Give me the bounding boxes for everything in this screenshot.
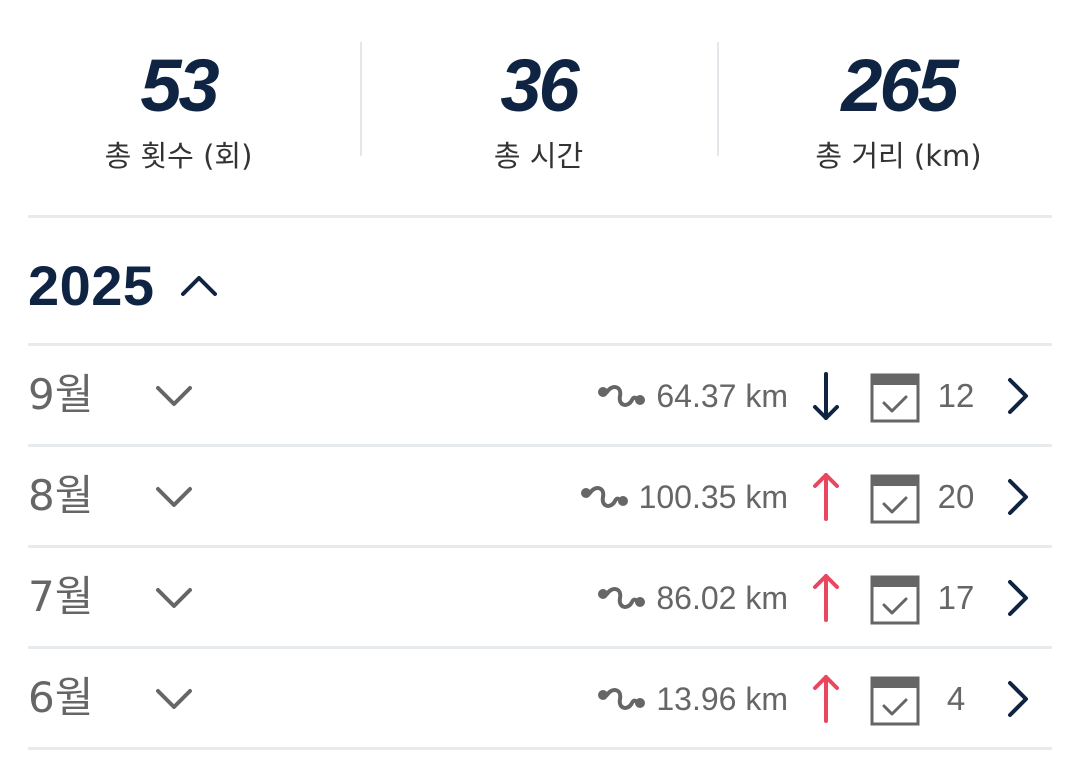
year-header[interactable]: 2025 [28,250,221,320]
chevron-right-icon[interactable] [1000,477,1036,517]
distance-group: 86.02 km [596,576,788,620]
stat-total-distance: 265 총 거리 (km) [732,40,1065,190]
chevron-down-icon[interactable] [152,477,196,517]
distance-group: 64.37 km [596,374,788,418]
month-distance: 64.37 km [656,377,788,414]
divider [28,747,1052,750]
total-time-label: 총 시간 [493,139,584,173]
total-distance-value: 265 [841,44,958,127]
chevron-down-icon[interactable] [152,679,196,719]
distance-group: 100.35 km [579,475,788,519]
month-distance: 13.96 km [656,680,788,717]
month-distance: 86.02 km [656,579,788,616]
chevron-down-icon[interactable] [152,578,196,618]
total-time-value: 36 [500,44,579,127]
month-distance: 100.35 km [638,478,788,515]
stat-divider [717,42,719,156]
month-label: 6월 [28,673,94,722]
stat-total-count: 53 총 횟수 (회) [12,40,345,190]
month-count: 20 [937,478,975,515]
arrow-up-icon [808,469,844,525]
calendar-check-icon [870,472,920,524]
summary-stats: 53 총 횟수 (회) 36 총 시간 265 총 거리 (km) [0,0,1080,216]
calendar-check-icon [870,573,920,625]
total-count-label: 총 횟수 (회) [104,139,253,173]
arrow-down-icon [808,368,844,424]
arrow-up-icon [808,570,844,626]
route-icon [579,479,629,515]
month-row[interactable]: 7월 86.02 km 17 [28,548,1052,646]
month-label: 7월 [28,572,94,621]
year-label: 2025 [28,253,155,317]
distance-group: 13.96 km [596,677,788,721]
chevron-right-icon[interactable] [1000,679,1036,719]
month-count: 12 [937,377,975,414]
month-row[interactable]: 8월 100.35 km 20 [28,447,1052,545]
month-count: 17 [937,579,975,616]
divider [28,215,1052,218]
chevron-right-icon[interactable] [1000,578,1036,618]
stat-total-time: 36 총 시간 [372,40,705,190]
month-row[interactable]: 6월 13.96 km 4 [28,649,1052,747]
total-count-value: 53 [140,44,219,127]
month-label: 8월 [28,471,94,520]
route-icon [596,378,646,414]
arrow-up-icon [808,671,844,727]
month-label: 9월 [28,370,94,419]
chevron-up-icon[interactable] [177,265,221,305]
total-distance-label: 총 거리 (km) [815,139,982,173]
calendar-check-icon [870,674,920,726]
month-count: 4 [946,680,966,717]
calendar-check-icon [870,371,920,423]
chevron-down-icon[interactable] [152,376,196,416]
route-icon [596,681,646,717]
month-row[interactable]: 9월 64.37 km 12 [28,346,1052,444]
chevron-right-icon[interactable] [1000,376,1036,416]
stat-divider [360,42,362,156]
route-icon [596,580,646,616]
